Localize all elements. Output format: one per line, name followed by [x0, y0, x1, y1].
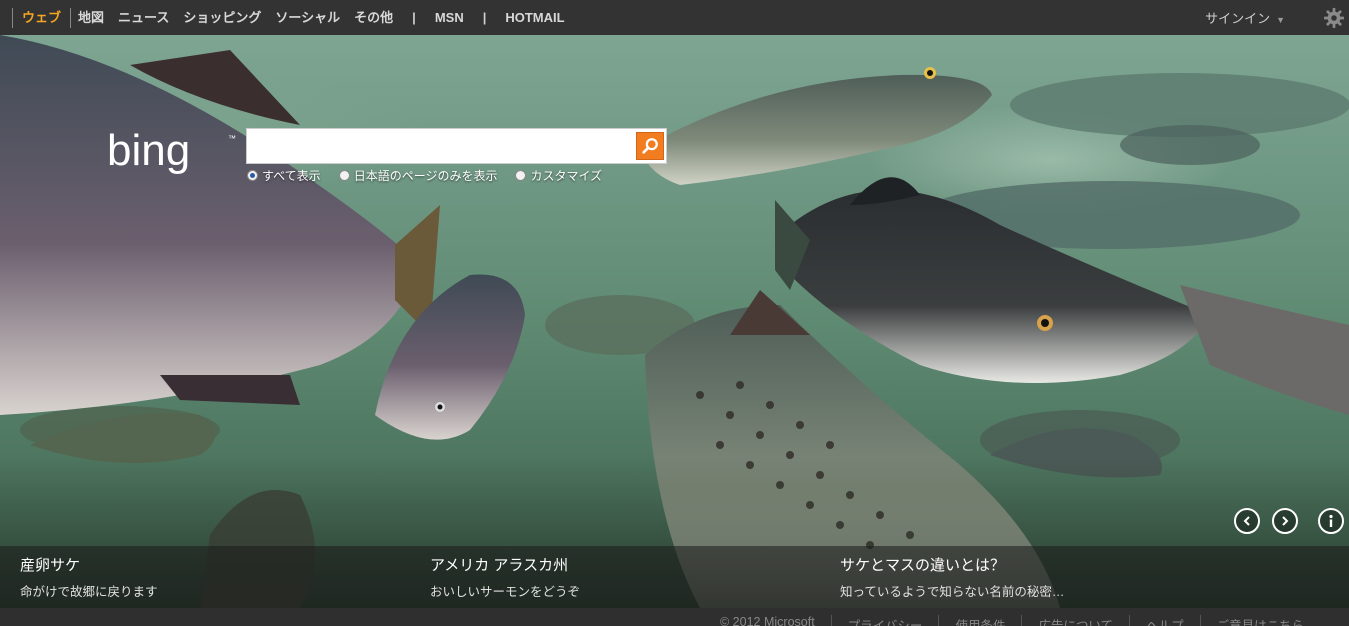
footer-link-terms[interactable]: 使用条件 — [938, 615, 1021, 626]
scope-all-label: すべて表示 — [262, 169, 321, 183]
footer-link-privacy[interactable]: プライバシー — [830, 615, 939, 626]
radio-icon[interactable] — [515, 170, 527, 181]
svg-text:bing: bing — [107, 127, 190, 175]
nav-links: ウェブ 地図 ニュース ショッピング ソーシャル その他 | MSN | HOT… — [0, 0, 572, 35]
caption-subtitle: 知っているようで知らない名前の秘密… — [840, 585, 1065, 599]
nav-separator: | — [482, 10, 487, 25]
scope-japanese-label: 日本語のページのみを表示 — [353, 169, 498, 183]
nav-item-hotmail[interactable]: HOTMAIL — [498, 0, 571, 35]
signin-label: サインイン — [1205, 11, 1271, 26]
hero-background: bing ™ すべて表示 日本語のページのみを表示 カスタマイズ — [0, 35, 1349, 608]
chevron-down-icon: ▼ — [1276, 15, 1285, 25]
radio-selected-icon[interactable] — [247, 170, 258, 181]
search-input[interactable] — [251, 132, 631, 160]
nav-item-msn[interactable]: MSN — [428, 0, 471, 35]
caption-title: アメリカ アラスカ州 — [430, 557, 569, 574]
caption-title: サケとマスの違いとは？ — [840, 557, 1006, 574]
caption-title: 産卵サケ — [20, 557, 81, 574]
footer-link-feedback[interactable]: ご意見はこちら — [1199, 615, 1321, 626]
salmon-photo — [0, 35, 1349, 608]
scope-customize[interactable]: カスタマイズ — [515, 167, 602, 184]
nav-item-more[interactable]: その他 — [347, 0, 400, 35]
caption-strip: 産卵サケ 命がけで故郷に戻ります アメリカ アラスカ州 おいしいサーモンをどうぞ… — [0, 546, 1349, 608]
next-arrow-icon — [1282, 516, 1289, 526]
scope-japanese-only[interactable]: 日本語のページのみを表示 — [338, 167, 498, 184]
scope-customize-label: カスタマイズ — [530, 169, 603, 183]
nav-separator: | — [412, 10, 416, 25]
caption-subtitle: 命がけで故郷に戻ります — [20, 585, 158, 599]
search-button[interactable] — [636, 132, 664, 160]
caption-item[interactable]: アメリカ アラスカ州 おいしいサーモンをどうぞ — [430, 554, 580, 600]
bing-logo: bing ™ — [107, 127, 236, 175]
search-box — [246, 128, 667, 164]
footer-copyright: © 2012 Microsoft — [720, 615, 815, 626]
radio-icon[interactable] — [338, 170, 350, 181]
footer-link-ads[interactable]: 広告について — [1021, 615, 1129, 626]
prev-image-button[interactable] — [1234, 508, 1260, 534]
prev-arrow-icon — [1243, 516, 1250, 526]
caption-subtitle: おいしいサーモンをどうぞ — [430, 585, 581, 599]
footer: © 2012 Microsoft プライバシー 使用条件 広告について ヘルプ … — [0, 608, 1349, 626]
info-button[interactable] — [1318, 508, 1344, 534]
nav-item-shopping[interactable]: ショッピング — [176, 0, 268, 35]
nav-item-maps[interactable]: 地図 — [71, 0, 111, 35]
signin-link[interactable]: サインイン ▼ — [1205, 8, 1321, 27]
gear-icon[interactable] — [1321, 5, 1347, 31]
footer-link-help[interactable]: ヘルプ — [1129, 615, 1200, 626]
nav-item-web[interactable]: ウェブ — [12, 7, 72, 28]
top-nav-right: サインイン ▼ — [1205, 0, 1349, 35]
caption-item[interactable]: 産卵サケ 命がけで故郷に戻ります — [20, 554, 158, 600]
svg-text:™: ™ — [228, 134, 236, 143]
footer-links: © 2012 Microsoft プライバシー 使用条件 広告について ヘルプ … — [720, 615, 1320, 626]
search-icon — [642, 138, 658, 154]
info-icon — [1329, 514, 1333, 527]
top-nav-bar: ウェブ 地図 ニュース ショッピング ソーシャル その他 | MSN | HOT… — [0, 0, 1349, 35]
nav-item-social[interactable]: ソーシャル — [268, 0, 347, 35]
next-image-button[interactable] — [1272, 508, 1298, 534]
caption-item[interactable]: サケとマスの違いとは？ 知っているようで知らない名前の秘密… — [840, 554, 1064, 600]
scope-all[interactable]: すべて表示 — [247, 167, 321, 184]
nav-item-news[interactable]: ニュース — [111, 0, 176, 35]
search-scope: すべて表示 日本語のページのみを表示 カスタマイズ — [247, 167, 620, 184]
